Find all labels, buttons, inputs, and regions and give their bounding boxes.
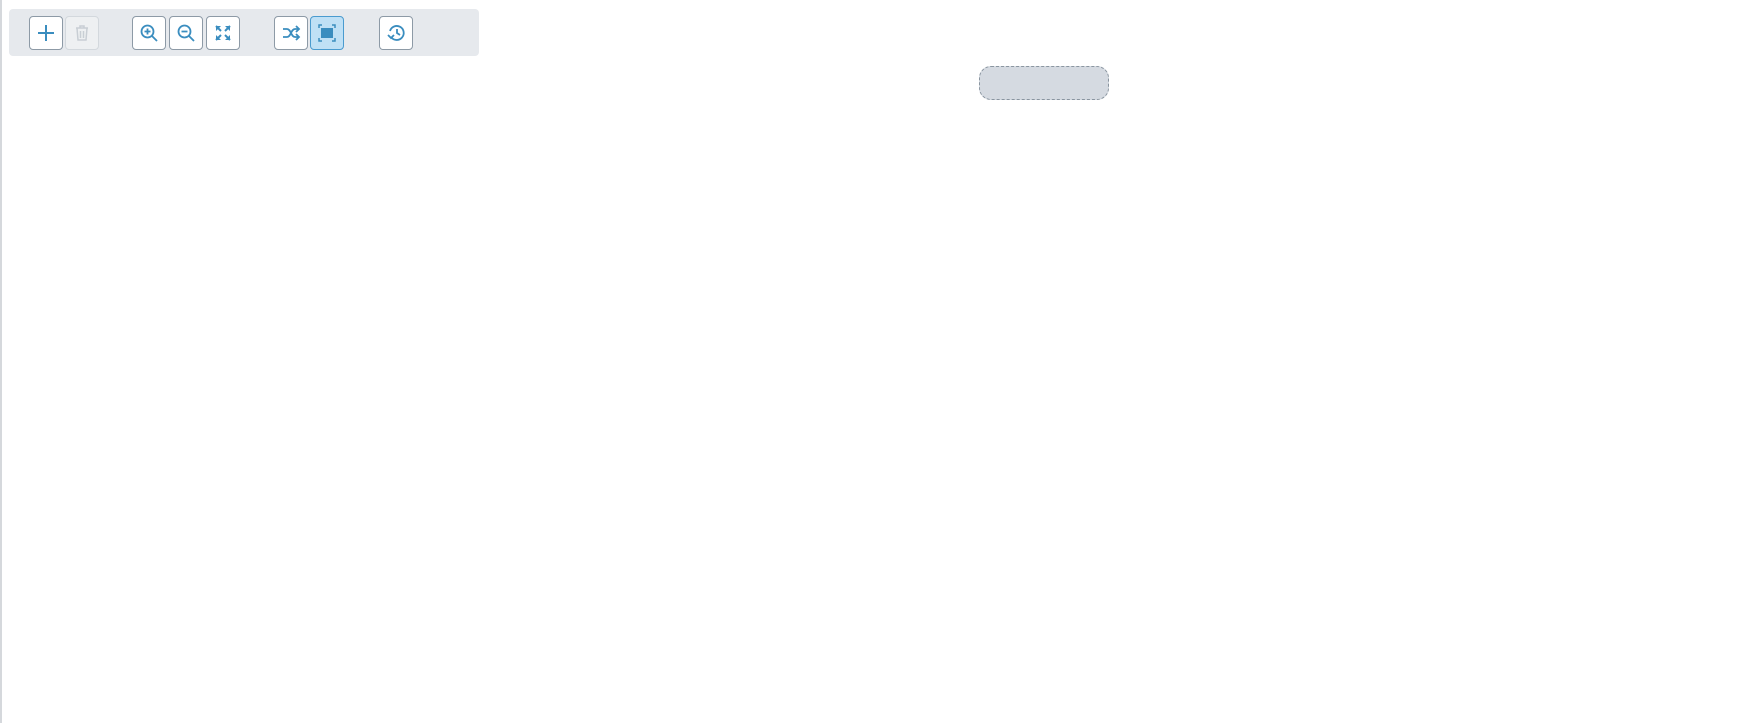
history-button[interactable] [379, 16, 413, 50]
add-node-button[interactable] [29, 16, 63, 50]
plus-icon [38, 25, 54, 41]
shuffle-icon [283, 25, 301, 41]
start-node[interactable] [979, 66, 1109, 100]
auto-layout-button[interactable] [274, 16, 308, 50]
zoom-in-icon [140, 24, 158, 42]
delete-node-button[interactable] [65, 16, 99, 50]
fit-screen-button[interactable] [310, 16, 344, 50]
history-icon [387, 25, 405, 41]
fit-screen-icon [318, 24, 336, 42]
workflow-connectors [0, 0, 1747, 723]
fit-view-button[interactable] [206, 16, 240, 50]
canvas-left-border [0, 0, 2, 723]
diagram-toolbar [9, 9, 479, 56]
zoom-out-icon [177, 24, 195, 42]
expand-arrows-icon [215, 25, 231, 41]
trash-icon [76, 25, 88, 41]
zoom-in-button[interactable] [132, 16, 166, 50]
zoom-out-button[interactable] [169, 16, 203, 50]
